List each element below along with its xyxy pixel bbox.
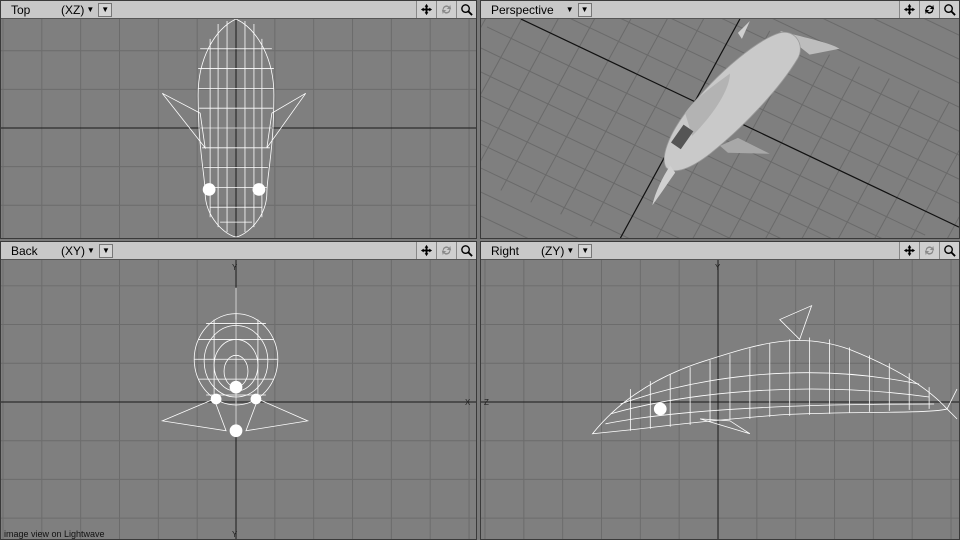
move-icon <box>903 244 916 257</box>
rotate-button[interactable] <box>436 242 456 259</box>
perspective-view-svg <box>481 19 959 238</box>
grid-line <box>481 191 579 238</box>
view-axis-dropdown[interactable]: (XY) ▼ <box>61 244 95 258</box>
grid-line <box>481 98 620 238</box>
view-axis-dropdown[interactable]: (ZY) ▼ <box>541 244 574 258</box>
chevron-down-icon: ▼ <box>101 5 110 14</box>
dolphin-model-shaded <box>652 20 840 206</box>
move-icon <box>903 3 916 16</box>
view-axis-dropdown[interactable]: (XZ) ▼ <box>61 3 94 17</box>
viewport-perspective[interactable]: Perspective ▼ ▼ <box>480 0 960 239</box>
zoom-button[interactable] <box>456 1 476 18</box>
viewport-menu-button[interactable]: ▼ <box>98 243 113 258</box>
viewport-menu-button[interactable]: ▼ <box>577 2 592 17</box>
rotate-icon <box>441 4 452 15</box>
move-button[interactable] <box>899 242 919 259</box>
grid-line <box>481 19 523 95</box>
grid-line <box>481 114 553 238</box>
grid-line <box>481 19 559 162</box>
zoom-icon <box>461 245 473 257</box>
viewport-name: Right <box>491 243 520 258</box>
zoom-icon <box>944 245 956 257</box>
zoom-icon <box>944 4 956 16</box>
top-view-svg <box>1 19 476 238</box>
y-axis-label: Y <box>232 263 238 272</box>
chevron-down-icon: ▼ <box>101 246 110 255</box>
move-button[interactable] <box>416 1 436 18</box>
move-icon <box>420 244 433 257</box>
right-view-svg: Y Z <box>481 260 959 539</box>
viewport-canvas[interactable]: Y Z <box>481 260 959 539</box>
zoom-button[interactable] <box>456 242 476 259</box>
rotate-button[interactable] <box>436 1 456 18</box>
viewport-header: Right (ZY) ▼ ▼ <box>481 242 959 260</box>
zoom-icon <box>461 4 473 16</box>
grid-line <box>481 19 486 29</box>
zoom-button[interactable] <box>939 242 959 259</box>
viewport-back[interactable]: Back (XY) ▼ ▼ Y X Y <box>0 241 477 540</box>
rotate-icon <box>441 245 452 256</box>
chevron-down-icon: ▼ <box>87 246 95 255</box>
zoom-button[interactable] <box>939 1 959 18</box>
viewport-right[interactable]: Right (ZY) ▼ ▼ Y Z <box>480 241 960 540</box>
grid-line <box>481 106 587 238</box>
chevron-down-icon: ▼ <box>566 246 575 255</box>
caption-text: image view on Lightwave <box>4 529 105 539</box>
viewport-name: Back <box>11 243 38 258</box>
viewport-menu-button[interactable]: ▼ <box>578 243 593 258</box>
rotate-icon <box>924 245 935 256</box>
viewport-header: Top (XZ) ▼ ▼ <box>1 1 476 19</box>
view-mode-dropdown[interactable]: ▼ <box>564 5 574 14</box>
viewport-name: Perspective <box>491 2 554 17</box>
chevron-down-icon: ▼ <box>565 5 574 14</box>
x-axis-label: X <box>465 398 471 407</box>
move-icon <box>420 3 433 16</box>
grid-line <box>893 19 959 140</box>
chevron-down-icon: ▼ <box>86 5 95 14</box>
move-button[interactable] <box>416 242 436 259</box>
viewport-header: Back (XY) ▼ ▼ <box>1 242 476 260</box>
viewport-top[interactable]: Top (XZ) ▼ ▼ <box>0 0 477 239</box>
y-axis-label-bottom: Y <box>232 530 238 539</box>
grid-line <box>530 19 632 203</box>
rotate-button[interactable] <box>919 1 939 18</box>
move-button[interactable] <box>899 1 919 18</box>
grid-line <box>838 90 920 238</box>
viewport-name: Top <box>11 2 31 17</box>
viewport-header: Perspective ▼ ▼ <box>481 1 959 19</box>
grid-line <box>500 19 596 191</box>
viewport-canvas[interactable] <box>481 19 959 238</box>
grid-line <box>481 19 501 143</box>
grid-line <box>947 216 959 238</box>
viewport-menu-button[interactable]: ▼ <box>98 2 113 17</box>
dolphin-wireframe-back <box>160 287 310 438</box>
rotate-button[interactable] <box>919 242 939 259</box>
y-axis-label: Y <box>715 263 721 272</box>
chevron-down-icon: ▼ <box>581 246 590 255</box>
z-axis-label: Z <box>484 398 489 407</box>
viewport-canvas[interactable]: Y X Y <box>1 260 476 539</box>
grid-line <box>826 19 959 156</box>
chevron-down-icon: ▼ <box>580 5 589 14</box>
back-view-svg: Y X Y <box>1 260 476 539</box>
viewport-canvas[interactable] <box>1 19 476 238</box>
rotate-icon <box>924 4 935 15</box>
